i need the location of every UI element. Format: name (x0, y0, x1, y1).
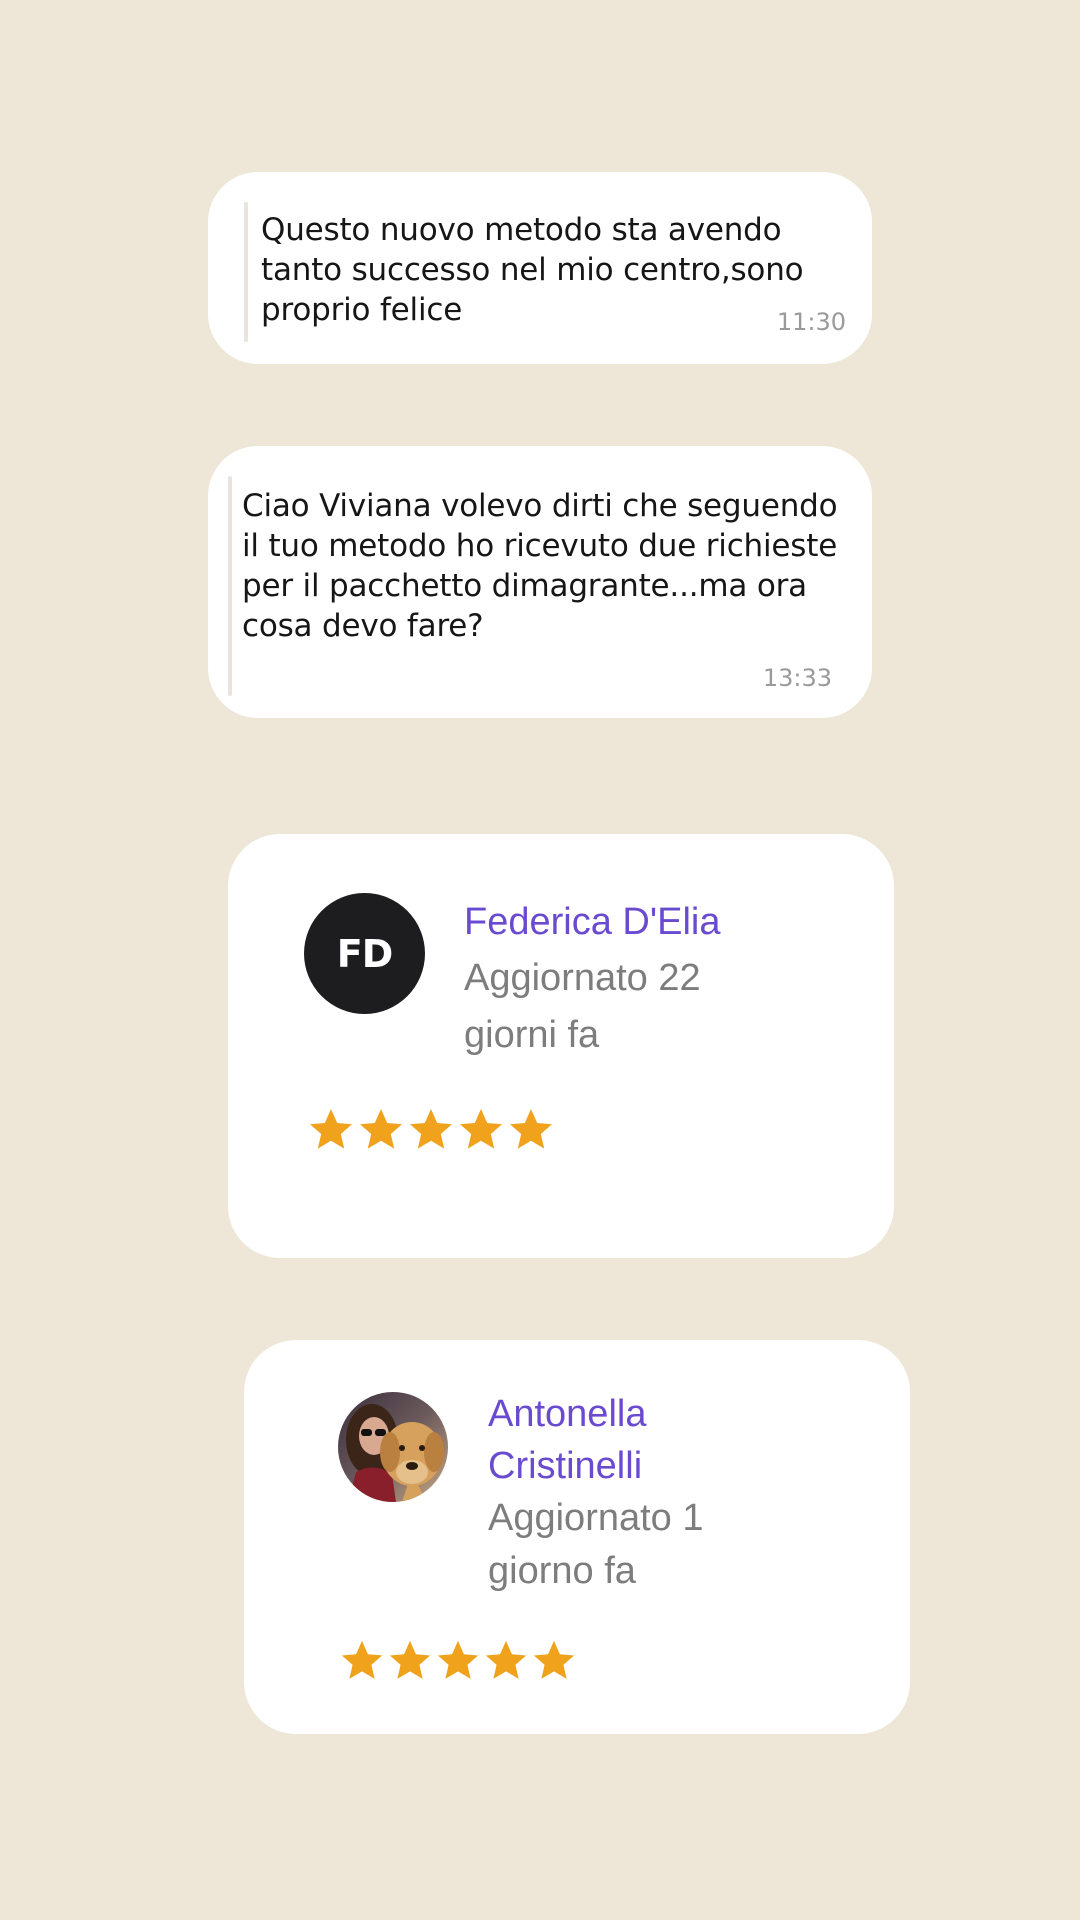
star-icon (410, 1109, 452, 1149)
star-icon (510, 1109, 552, 1149)
star-rating (338, 1638, 578, 1684)
chat-message-2: Ciao Viviana volevo dirti che seguendo i… (208, 446, 872, 718)
user-photo-with-dog-icon (338, 1392, 448, 1502)
star-icon (485, 1640, 527, 1679)
star-rating (306, 1106, 556, 1154)
star-icon (533, 1640, 575, 1679)
chat-message-1: Questo nuovo metodo sta avendo tanto suc… (208, 172, 872, 364)
star-icon (341, 1640, 383, 1679)
review-updated-date: Aggiornato 1 giorno fa (488, 1497, 704, 1592)
reviewer-name[interactable]: Antonella Cristinelli (488, 1388, 718, 1492)
avatar-initials: FD (336, 931, 394, 976)
message-edge (244, 202, 248, 342)
message-time: 11:30 (776, 308, 846, 336)
star-icon (360, 1109, 402, 1149)
avatar: FD (304, 893, 425, 1014)
reviewer-name[interactable]: Federica D'Elia (464, 896, 864, 948)
star-icon (437, 1640, 479, 1679)
message-text: Questo nuovo metodo sta avendo tanto suc… (261, 212, 804, 328)
message-edge (228, 476, 232, 696)
star-icon (310, 1109, 352, 1149)
review-updated-date: Aggiornato 22 giorni fa (464, 957, 701, 1056)
message-text: Ciao Viviana volevo dirti che seguendo i… (242, 488, 838, 644)
star-icon (460, 1109, 502, 1149)
review-card-1: FD Federica D'Elia Aggiornato 22 giorni … (228, 834, 894, 1258)
star-icon (389, 1640, 431, 1679)
review-card-2: Antonella Cristinelli Aggiornato 1 giorn… (244, 1340, 910, 1734)
message-time: 13:33 (762, 664, 832, 692)
